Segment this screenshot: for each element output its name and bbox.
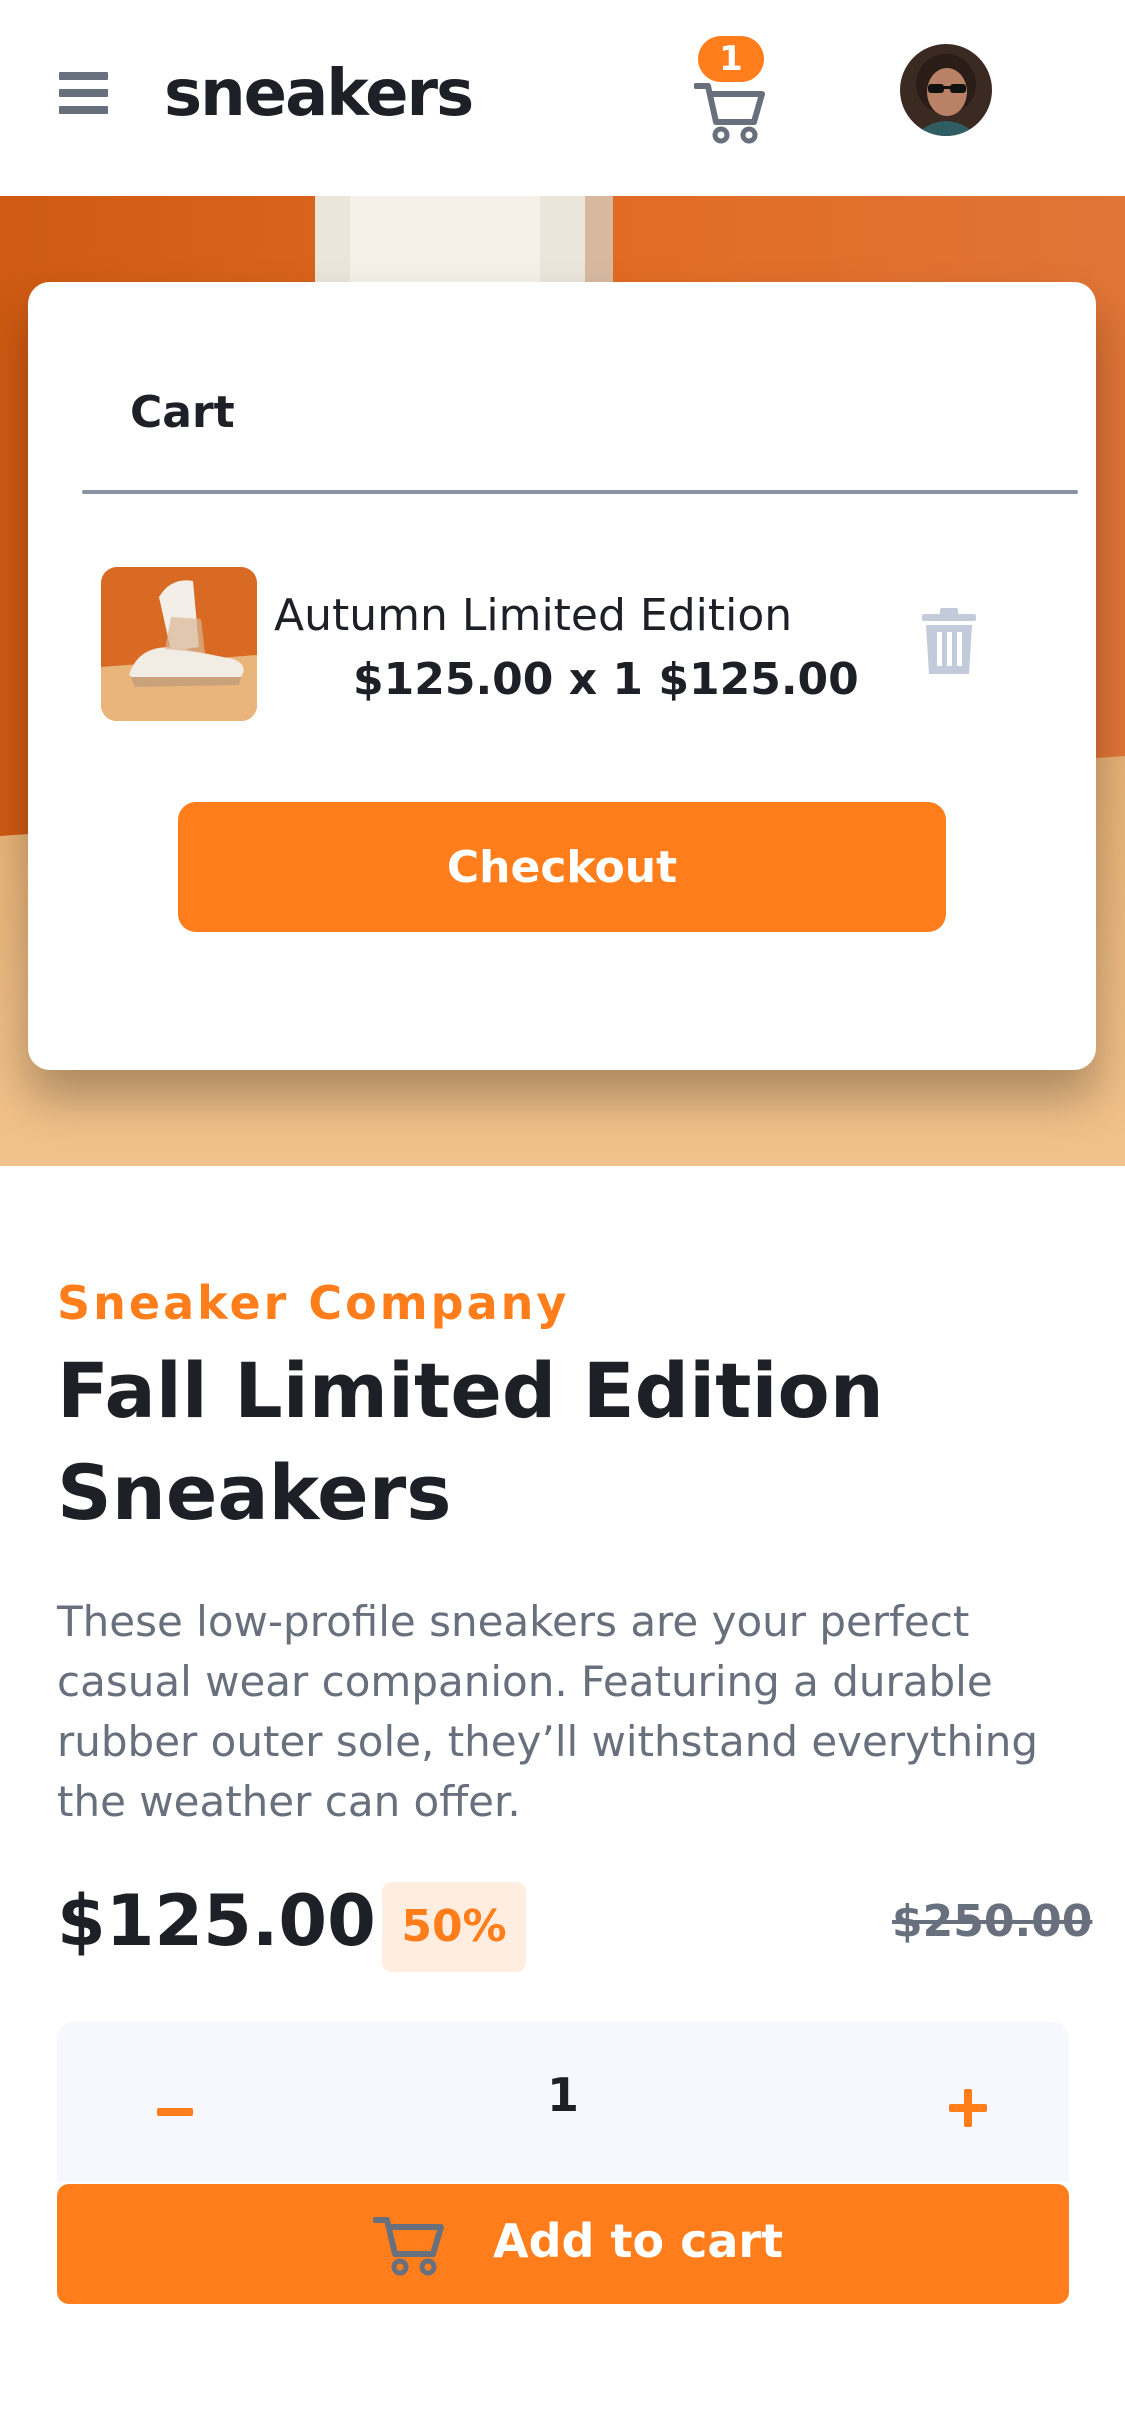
cart-button[interactable]: 1: [690, 36, 774, 148]
delete-icon[interactable]: [918, 608, 980, 676]
cart-item-name: Autumn Limited Edition: [274, 590, 793, 641]
discount-badge: 50%: [382, 1882, 526, 1972]
header: sneakers 1: [0, 0, 1125, 196]
cart-icon: [694, 83, 765, 144]
original-price: $250.00: [892, 1896, 1093, 1947]
cart-count-badge: 1: [698, 36, 764, 82]
logo[interactable]: sneakers: [164, 50, 474, 138]
product-description: These low-profile sneakers are your perf…: [57, 1597, 1039, 1826]
cart-item-price: $125.00 x 1 $125.00: [353, 654, 859, 705]
menu-icon[interactable]: [59, 70, 108, 116]
checkout-button[interactable]: Checkout: [178, 802, 946, 932]
cart-dropdown: Cart Autumn Limited Edition $125.00 x 1 …: [28, 282, 1096, 1070]
cart-item-thumbnail[interactable]: [101, 567, 257, 721]
company-name: Sneaker Company: [57, 1276, 570, 1330]
cart-divider: [82, 490, 1078, 494]
plus-icon: [949, 2089, 987, 2127]
avatar[interactable]: [900, 44, 992, 136]
add-to-cart-button[interactable]: Add to cart: [57, 2184, 1069, 2304]
cart-title: Cart: [130, 387, 235, 438]
cart-icon: [373, 2217, 444, 2276]
current-price: $125.00: [57, 1880, 376, 1962]
quantity-stepper: 1: [57, 2022, 1069, 2182]
increase-quantity-button[interactable]: [917, 2058, 1007, 2148]
product-title: Fall Limited Edition Sneakers: [57, 1346, 884, 1537]
add-to-cart-label: Add to cart: [493, 2214, 784, 2268]
